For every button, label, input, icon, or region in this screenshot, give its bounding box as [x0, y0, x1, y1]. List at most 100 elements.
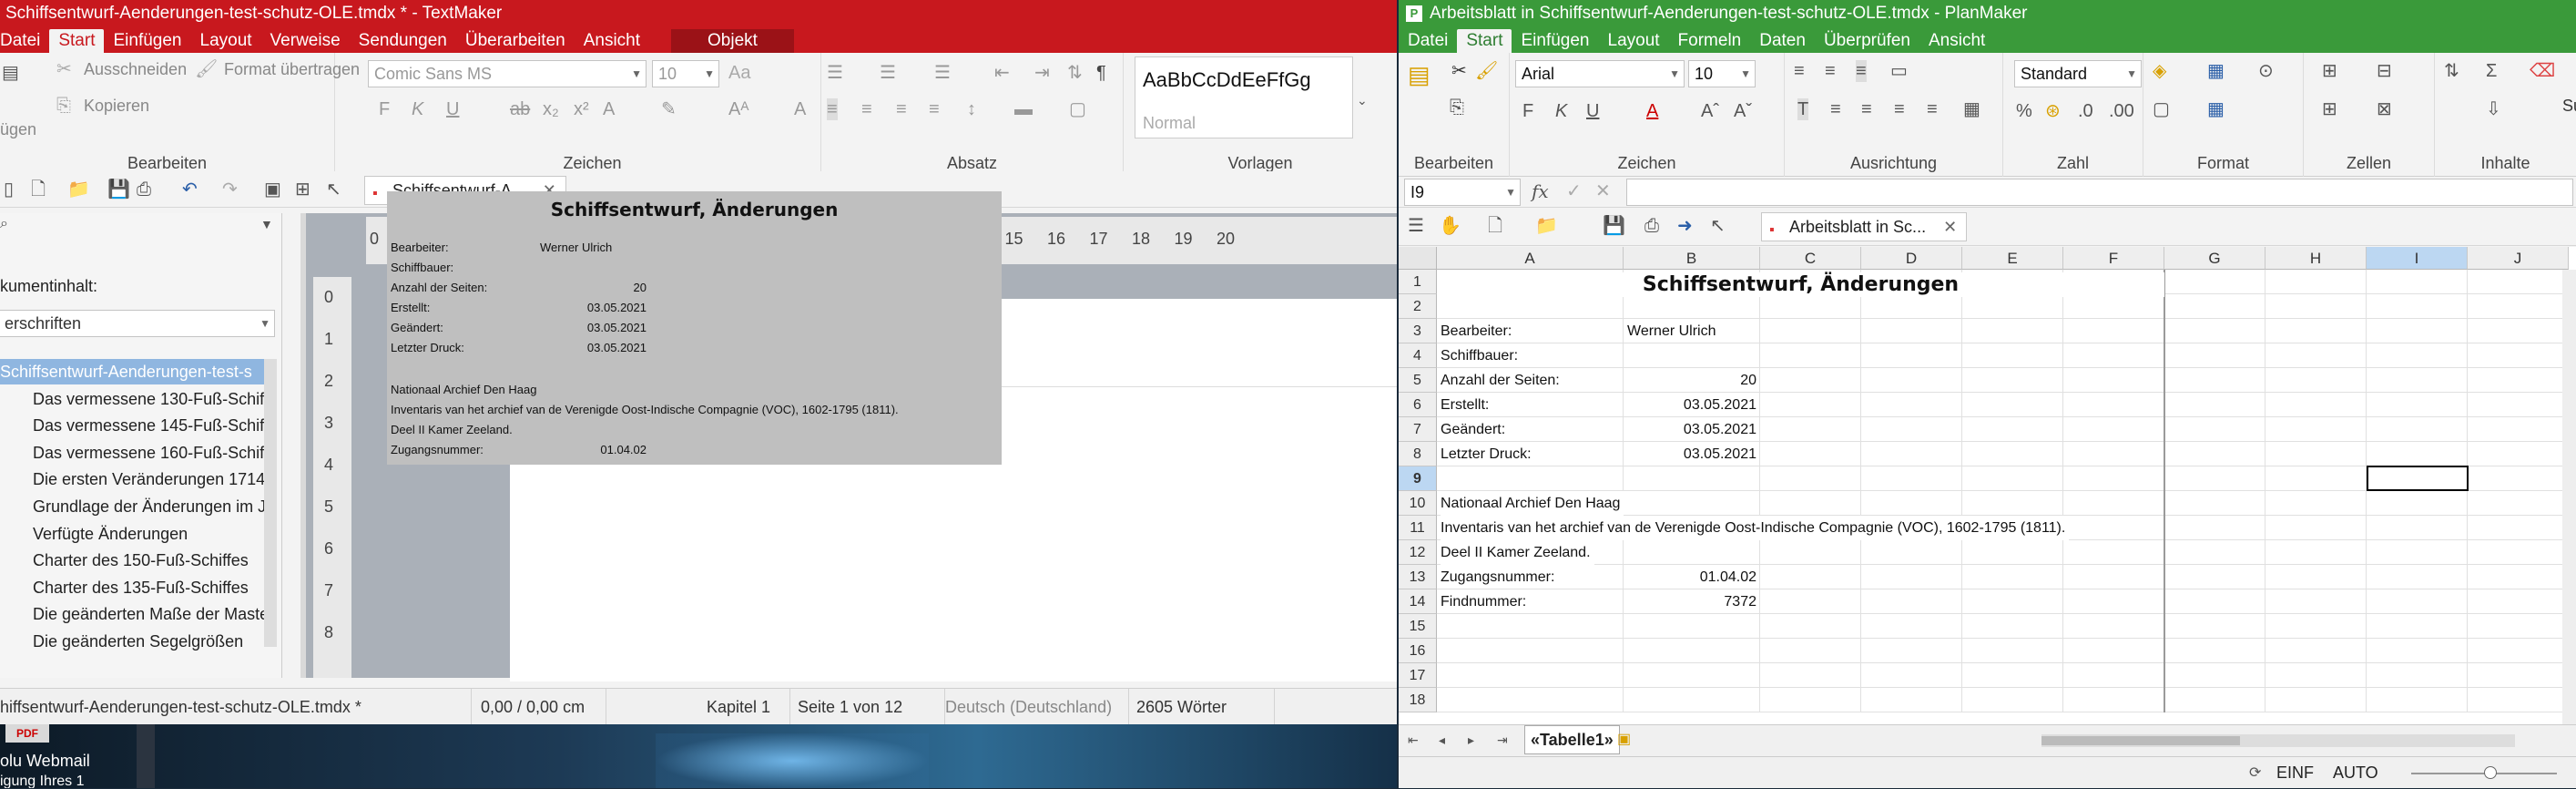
- format-painter-icon[interactable]: 🖌: [1475, 60, 1498, 82]
- menu-sendungen[interactable]: Sendungen: [350, 29, 456, 53]
- sidebar-item[interactable]: Das vermessene 145-Fuß-Schiff: [0, 413, 264, 438]
- merge-icon[interactable]: ▭: [1890, 60, 1908, 82]
- menu-layout[interactable]: Layout: [1599, 29, 1669, 53]
- column-header-b[interactable]: B: [1624, 247, 1760, 270]
- font-name-combo[interactable]: Comic Sans MS ▼: [368, 60, 647, 87]
- export-icon[interactable]: ⎙: [1644, 215, 1659, 237]
- cell-value[interactable]: 03.05.2021: [1624, 442, 1756, 466]
- column-header-c[interactable]: C: [1760, 247, 1861, 270]
- chevron-down-icon[interactable]: ⌄: [1357, 89, 1368, 111]
- cell-text[interactable]: Deel II Kamer Zeeland.: [1441, 540, 1594, 565]
- selected-cell[interactable]: [2367, 466, 2469, 491]
- doc-tab-planmaker[interactable]: ▪ Arbeitsblatt in Sc... ✕: [1761, 212, 1968, 241]
- align-left-icon[interactable]: ≡: [1830, 98, 1841, 120]
- font-size-combo[interactable]: 10 ▼: [1688, 60, 1756, 87]
- cell-reference-box[interactable]: I9 ▼: [1404, 179, 1521, 206]
- sidebar-item[interactable]: Verfügte Änderungen: [0, 521, 264, 547]
- cell-value[interactable]: 03.05.2021: [1624, 393, 1756, 417]
- formula-input[interactable]: [1626, 179, 2573, 206]
- conditional-format-icon[interactable]: ▦: [2207, 60, 2225, 82]
- cursor-icon[interactable]: ▯: [4, 179, 14, 200]
- undo-icon[interactable]: ↶: [182, 179, 198, 200]
- row-header-14[interactable]: 14: [1399, 589, 1437, 614]
- row-header-3[interactable]: 3: [1399, 319, 1437, 343]
- cell-label[interactable]: Bearbeiter:: [1441, 319, 1512, 343]
- vertical-scrollbar[interactable]: [2562, 270, 2576, 724]
- save-icon[interactable]: 💾: [1603, 215, 1625, 237]
- pointer-icon[interactable]: ↖: [326, 179, 341, 200]
- add-sheet-icon[interactable]: ▣: [1617, 729, 1631, 751]
- number-format-combo[interactable]: Standard ▼: [2014, 60, 2142, 87]
- underline-icon[interactable]: U: [446, 98, 459, 120]
- paste-icon[interactable]: ▤: [1408, 63, 1431, 87]
- prev-sheet-icon[interactable]: ◂: [1439, 729, 1445, 751]
- fx-icon[interactable]: fx: [1532, 180, 1549, 202]
- align-center-icon[interactable]: ≡: [861, 98, 872, 120]
- taskbar-item-webmail[interactable]: olu Webmail: [0, 752, 90, 771]
- sidebar-item[interactable]: Charter des 135-Fuß-Schiffes: [0, 575, 264, 600]
- copy-button[interactable]: Kopieren: [84, 97, 149, 116]
- font-color-icon[interactable]: A: [603, 98, 615, 120]
- row-header-7[interactable]: 7: [1399, 417, 1437, 442]
- menu-ansicht[interactable]: Ansicht: [575, 29, 649, 53]
- cell-label[interactable]: Letzter Druck:: [1441, 442, 1532, 466]
- save-icon[interactable]: 💾: [107, 179, 130, 200]
- zoom-slider-knob[interactable]: [2484, 766, 2497, 779]
- font-size-down-icon[interactable]: A: [794, 98, 806, 120]
- cell-value[interactable]: 03.05.2021: [1624, 417, 1756, 442]
- align-left-icon[interactable]: ≡: [827, 98, 838, 120]
- zoom-slider[interactable]: [2411, 766, 2557, 779]
- close-icon[interactable]: ✕: [1943, 218, 1957, 236]
- open-icon[interactable]: 📁: [1535, 215, 1558, 237]
- decrease-indent-icon[interactable]: ⇤: [994, 62, 1010, 84]
- percent-icon[interactable]: %: [2016, 100, 2032, 122]
- italic-icon[interactable]: K: [412, 98, 423, 120]
- search-icon[interactable]: ⌕: [0, 213, 8, 235]
- chevron-down-icon[interactable]: ▼: [260, 213, 273, 235]
- paste-label[interactable]: ügen: [0, 120, 36, 139]
- cell-label[interactable]: Erstellt:: [1441, 393, 1489, 417]
- menu-einfuegen[interactable]: Einfügen: [104, 29, 190, 53]
- font-size-combo[interactable]: 10 ▼: [652, 60, 719, 87]
- cell-borders-icon[interactable]: ▢: [2153, 98, 2170, 120]
- numbered-list-icon[interactable]: ☰: [880, 62, 896, 84]
- cell-label[interactable]: Zugangsnummer:: [1441, 565, 1554, 589]
- grow-font-icon[interactable]: Aa: [728, 62, 750, 84]
- row-header-15[interactable]: 15: [1399, 614, 1437, 639]
- row-header-11[interactable]: 11: [1399, 516, 1437, 540]
- bold-icon[interactable]: F: [1522, 100, 1533, 122]
- taskbar-item-2[interactable]: igung Ihres 1: [0, 774, 85, 788]
- font-size-up-icon[interactable]: Aᴬ: [728, 98, 748, 120]
- justify-icon[interactable]: ≡: [1927, 98, 1938, 120]
- justify-icon[interactable]: ≡: [929, 98, 940, 120]
- textframe-icon[interactable]: ▣: [264, 179, 281, 200]
- shrink-font-icon[interactable]: Aˇ: [1734, 100, 1752, 122]
- menu-layout[interactable]: Layout: [191, 29, 261, 53]
- line-spacing-icon[interactable]: ↕: [967, 98, 976, 120]
- sort-icon[interactable]: ⇅: [1067, 62, 1083, 84]
- outline-list-icon[interactable]: ☰: [934, 62, 951, 84]
- sidebar-item[interactable]: Die geänderten Maße der Maste: [0, 601, 264, 627]
- select-all-corner[interactable]: [1399, 247, 1437, 270]
- bold-icon[interactable]: F: [379, 98, 390, 120]
- font-name-combo[interactable]: Arial ▼: [1515, 60, 1685, 87]
- bullet-list-icon[interactable]: ☰: [827, 62, 843, 84]
- pdf-icon[interactable]: PDF: [5, 724, 49, 743]
- row-header-12[interactable]: 12: [1399, 540, 1437, 565]
- delete-cells-icon[interactable]: ⊟: [2377, 60, 2392, 82]
- format-painter-button[interactable]: Format übertragen: [224, 60, 360, 79]
- row-header-13[interactable]: 13: [1399, 565, 1437, 589]
- arrow-right-icon[interactable]: ➜: [1677, 215, 1693, 237]
- cell-label[interactable]: Anzahl der Seiten:: [1441, 368, 1560, 393]
- sidebar-item[interactable]: Grundlage der Änderungen im J: [0, 494, 264, 519]
- copy-icon[interactable]: ⎘: [1450, 97, 1464, 118]
- sidebar-dropdown[interactable]: erschriften ▼: [0, 310, 275, 337]
- row-header-4[interactable]: 4: [1399, 343, 1437, 368]
- cell-value[interactable]: 7372: [1624, 589, 1756, 614]
- spreadsheet-grid[interactable]: A B C D E F G H I J 1 2 3 4 5 6 7 8 9 10 11 12 13 14 15 16 17 18 Sch…: [1399, 247, 2576, 724]
- paste-icon[interactable]: ▤: [2, 62, 19, 84]
- style-gallery[interactable]: AaBbCcDdEeFfGg Normal: [1135, 56, 1353, 138]
- row-header-8[interactable]: 8: [1399, 442, 1437, 466]
- next-sheet-icon[interactable]: ▸: [1468, 729, 1474, 751]
- table-style-icon[interactable]: ▦: [2207, 98, 2225, 120]
